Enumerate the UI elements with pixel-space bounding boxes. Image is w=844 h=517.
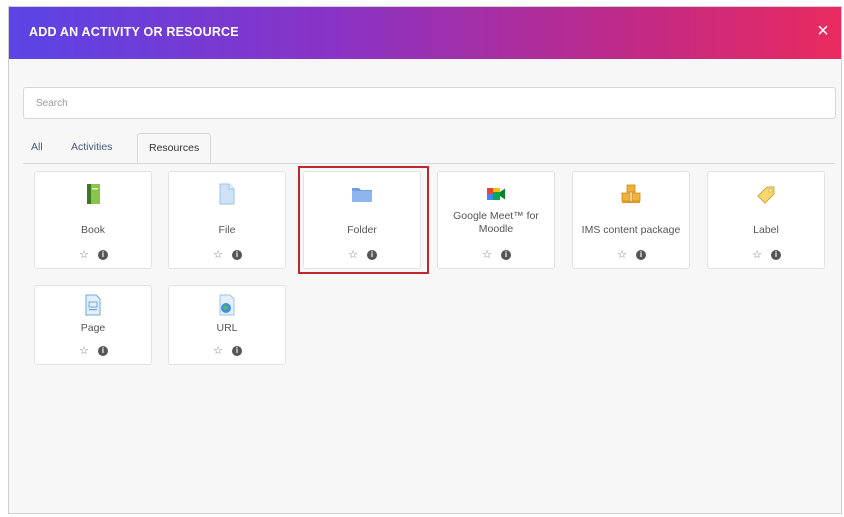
star-outline-icon[interactable]: ☆	[212, 344, 224, 357]
card-actions: ☆ i	[35, 248, 151, 262]
star-outline-icon[interactable]: ☆	[347, 248, 359, 261]
tab-resources[interactable]: Resources	[137, 133, 212, 163]
info-icon[interactable]: i	[367, 250, 377, 260]
tab-all[interactable]: All	[31, 133, 43, 163]
card-actions: ☆ i	[304, 248, 420, 262]
star-outline-icon[interactable]: ☆	[751, 248, 763, 261]
info-icon[interactable]: i	[501, 250, 511, 260]
tab-bar: All Activities Resources	[23, 133, 835, 164]
info-icon[interactable]: i	[232, 346, 242, 356]
card-actions: ☆ i	[438, 248, 554, 262]
resource-name: Book	[81, 224, 105, 236]
card-actions: ☆ i	[573, 248, 689, 262]
ims-package-icon	[619, 182, 643, 206]
resource-name: URL	[216, 322, 238, 334]
info-icon[interactable]: i	[232, 250, 242, 260]
card-actions: ☆ i	[169, 248, 285, 262]
resource-name: Google Meet™ for Moodle	[453, 210, 539, 235]
resource-name: Page	[80, 322, 106, 334]
page-icon	[81, 293, 105, 317]
resource-name: File	[218, 224, 236, 236]
url-icon	[215, 293, 239, 317]
label-icon	[754, 182, 778, 206]
star-outline-icon[interactable]: ☆	[481, 248, 493, 261]
resource-card-ims-content-package[interactable]: IMS content package ☆ i	[572, 171, 690, 269]
resource-name: IMS content package	[581, 224, 681, 236]
folder-icon	[350, 182, 374, 206]
star-outline-icon[interactable]: ☆	[212, 248, 224, 261]
dialog-title: ADD AN ACTIVITY OR RESOURCE	[29, 25, 239, 39]
google-meet-icon	[484, 182, 508, 206]
resource-card-url[interactable]: URL ☆ i	[168, 285, 286, 365]
resource-name: Folder	[347, 224, 377, 236]
resource-name: Label	[753, 224, 779, 236]
dialog-header: ADD AN ACTIVITY OR RESOURCE ×	[9, 7, 841, 59]
add-activity-dialog: ADD AN ACTIVITY OR RESOURCE × All Activi…	[8, 6, 842, 514]
resource-card-label[interactable]: Label ☆ i	[707, 171, 825, 269]
close-icon[interactable]: ×	[813, 21, 833, 41]
resource-card-folder[interactable]: Folder ☆ i	[303, 171, 421, 269]
card-actions: ☆ i	[708, 248, 824, 262]
star-outline-icon[interactable]: ☆	[616, 248, 628, 261]
info-icon[interactable]: i	[636, 250, 646, 260]
info-icon[interactable]: i	[98, 346, 108, 356]
card-actions: ☆ i	[35, 344, 151, 358]
info-icon[interactable]: i	[98, 250, 108, 260]
star-outline-icon[interactable]: ☆	[78, 344, 90, 357]
info-icon[interactable]: i	[771, 250, 781, 260]
tab-activities[interactable]: Activities	[71, 133, 112, 163]
resource-card-book[interactable]: Book ☆ i	[34, 171, 152, 269]
search-input[interactable]	[23, 87, 836, 119]
file-icon	[215, 182, 239, 206]
card-actions: ☆ i	[169, 344, 285, 358]
star-outline-icon[interactable]: ☆	[78, 248, 90, 261]
resource-card-page[interactable]: Page ☆ i	[34, 285, 152, 365]
resource-card-google-meet[interactable]: Google Meet™ for Moodle ☆ i	[437, 171, 555, 269]
book-icon	[81, 182, 105, 206]
resource-card-file[interactable]: File ☆ i	[168, 171, 286, 269]
